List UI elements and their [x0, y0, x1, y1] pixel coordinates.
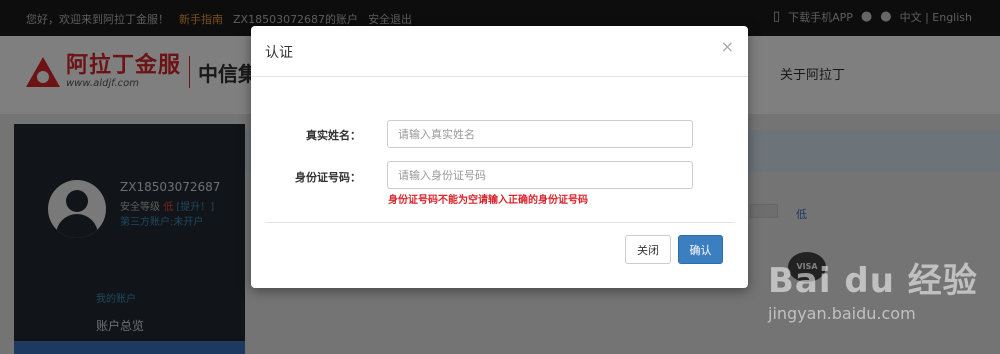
close-button[interactable]: 关闭	[625, 235, 671, 264]
real-name-input[interactable]	[387, 120, 693, 148]
confirm-button[interactable]: 确认	[678, 235, 723, 264]
name-label: 真实姓名：	[306, 129, 361, 142]
id-label: 身份证号码：	[295, 171, 361, 184]
modal-footer-divider	[265, 222, 735, 223]
modal-title: 认证	[265, 45, 293, 61]
id-error-message: 身份证号码不能为空请输入正确的身份证号码	[388, 195, 588, 206]
watermark-url: jingyan.baidu.com	[768, 304, 916, 323]
watermark-logo-text: Bai du 经验	[768, 261, 978, 301]
auth-modal: 认证 × 真实姓名： 身份证号码： 身份证号码不能为空请输入正确的身份证号码 关…	[251, 26, 748, 288]
close-icon[interactable]: ×	[721, 37, 734, 56]
modal-header-divider	[251, 76, 748, 77]
baidu-watermark: Bai du 经验 jingyan.baidu.com	[768, 262, 978, 324]
id-number-input[interactable]	[387, 161, 693, 189]
